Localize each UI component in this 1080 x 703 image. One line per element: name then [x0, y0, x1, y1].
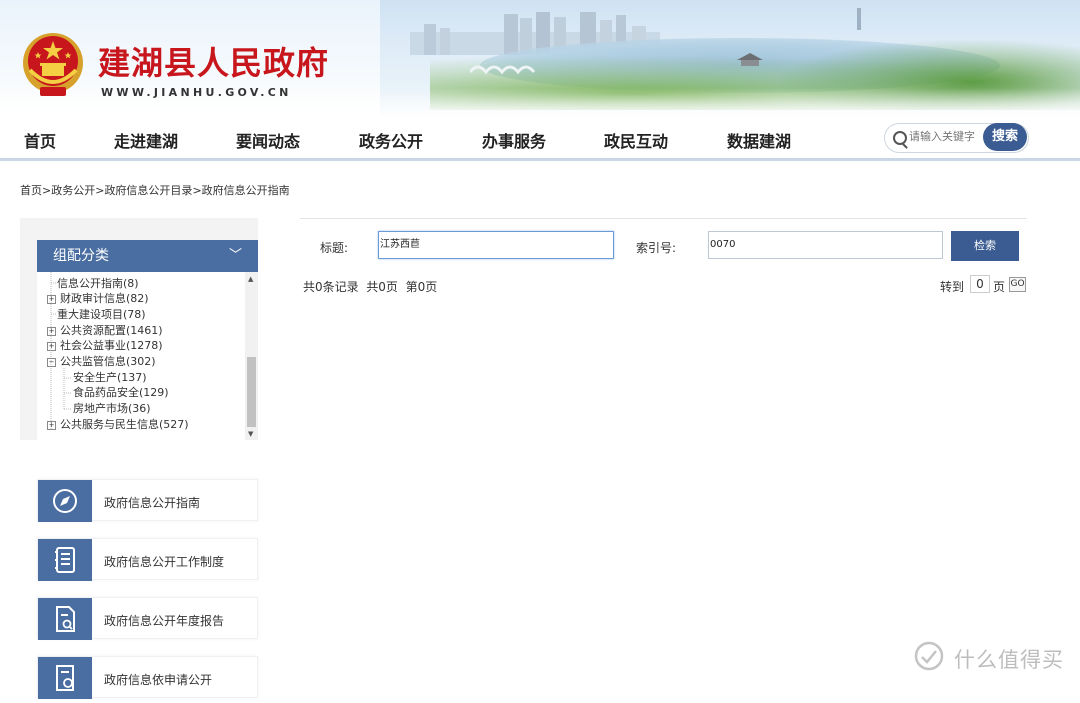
content-divider	[300, 218, 1027, 219]
breadcrumb-current: 政府信息公开指南	[201, 184, 290, 197]
tree-item-real-estate[interactable]: 房地产市场(36)	[73, 402, 151, 416]
document-list-icon	[38, 539, 92, 581]
go-button[interactable]: GO	[1009, 277, 1026, 292]
site-url: WWW.JIANHU.GOV.CN	[101, 86, 292, 99]
title-input[interactable]: 江苏西苣	[378, 231, 614, 259]
tree-item-label: 公共资源配置(1461)	[60, 324, 163, 337]
link-card-apply-disclosure[interactable]: 政府信息依申请公开	[37, 656, 258, 699]
report-icon	[38, 598, 92, 640]
expand-plus-icon[interactable]: +	[47, 327, 56, 336]
category-tree: 信息公开指南(8) + 财政审计信息(82) 重大建设项目(78) + 公共资源配置…	[37, 272, 258, 440]
tree-item-open-guide[interactable]: 信息公开指南(8)	[57, 277, 139, 291]
breadcrumb-separator: >	[42, 184, 52, 197]
pavilion-image	[737, 53, 763, 66]
tree-item-safety[interactable]: 安全生产(137)	[73, 371, 147, 385]
watermark-logo-icon	[914, 641, 944, 671]
total-records: 共0条记录	[303, 280, 359, 294]
nav-item-gov-affairs[interactable]: 政务公开	[359, 128, 423, 152]
index-number-input[interactable]: 0070	[708, 231, 943, 259]
current-page: 第0页	[405, 280, 438, 294]
link-card-work-system[interactable]: 政府信息公开工作制度	[37, 538, 258, 581]
nav-item-data[interactable]: 数据建湖	[727, 128, 791, 152]
category-tree-title: 组配分类	[53, 248, 109, 264]
link-card-label: 政府信息依申请公开	[104, 673, 213, 687]
tree-item-public-service[interactable]: + 公共服务与民生信息(527)	[47, 418, 189, 432]
collapse-minus-icon[interactable]: −	[47, 358, 56, 367]
national-emblem-icon	[23, 33, 83, 96]
tree-item-major-projects[interactable]: 重大建设项目(78)	[57, 308, 146, 322]
site-search-input[interactable]	[909, 130, 981, 143]
nav-item-interaction[interactable]: 政民互动	[604, 128, 668, 152]
site-title: 建湖县人民政府	[98, 44, 330, 82]
expand-plus-icon[interactable]: +	[47, 295, 56, 304]
title-label: 标题:	[320, 241, 349, 255]
retrieve-button[interactable]: 检索	[951, 231, 1019, 261]
tree-item-label: 社会公益事业(1278)	[60, 339, 163, 352]
tree-item-label: 重大建设项目(78)	[57, 308, 146, 321]
scrollbar-thumb[interactable]	[247, 357, 256, 427]
expand-plus-icon[interactable]: +	[47, 342, 56, 351]
tree-item-label: 财政审计信息(82)	[60, 292, 149, 305]
tree-item-public-welfare[interactable]: + 社会公益事业(1278)	[47, 339, 163, 353]
breadcrumb-separator: >	[192, 184, 202, 197]
link-card-open-guide[interactable]: 政府信息公开指南	[37, 479, 258, 522]
breadcrumb: 首页>政务公开>政府信息公开目录>政府信息公开指南	[20, 182, 290, 198]
scroll-down-arrow-icon[interactable]: ▼	[248, 430, 253, 438]
category-tree-header[interactable]: 组配分类 ﹀	[37, 240, 258, 272]
tree-item-label: 公共服务与民生信息(527)	[60, 418, 189, 431]
watermark-text: 什么值得买	[954, 648, 1064, 672]
tree-item-label: 房地产市场(36)	[73, 402, 151, 415]
breadcrumb-catalog[interactable]: 政府信息公开目录	[104, 184, 192, 197]
index-number-label: 索引号:	[636, 241, 677, 255]
tree-item-finance-audit[interactable]: + 财政审计信息(82)	[47, 292, 149, 306]
tree-item-label: 安全生产(137)	[73, 371, 147, 384]
tree-item-label: 食品药品安全(129)	[73, 386, 169, 399]
tree-item-food-drug[interactable]: 食品药品安全(129)	[73, 386, 169, 400]
breadcrumb-gov-affairs[interactable]: 政务公开	[51, 184, 95, 197]
scroll-up-arrow-icon[interactable]: ▲	[248, 275, 253, 283]
nav-item-home[interactable]: 首页	[24, 128, 56, 152]
link-card-label: 政府信息公开指南	[104, 496, 201, 510]
goto-page-input[interactable]: 0	[970, 275, 990, 293]
link-card-label: 政府信息公开年度报告	[104, 614, 225, 628]
pager-info: 共0条记录 共0页 第0页	[303, 278, 437, 295]
expand-plus-icon[interactable]: +	[47, 421, 56, 430]
page-unit-label: 页	[993, 280, 1006, 294]
compass-icon	[38, 480, 92, 522]
search-icon	[893, 131, 907, 145]
link-card-label: 政府信息公开工作制度	[104, 555, 225, 569]
double-chevron-down-icon[interactable]: ﹀	[229, 240, 242, 272]
goto-label: 转到	[940, 280, 965, 294]
nav-item-news[interactable]: 要闻动态	[236, 128, 300, 152]
tree-item-label: 公共监管信息(302)	[60, 355, 156, 368]
tree-item-label: 信息公开指南(8)	[57, 277, 139, 290]
tree-scrollbar[interactable]: ▲ ▼	[245, 272, 258, 440]
tree-item-public-resources[interactable]: + 公共资源配置(1461)	[47, 324, 163, 338]
link-card-annual-report[interactable]: 政府信息公开年度报告	[37, 597, 258, 640]
total-pages: 共0页	[366, 280, 398, 294]
breadcrumb-home[interactable]: 首页	[20, 184, 42, 197]
application-icon	[38, 657, 92, 699]
nav-item-about-jianhu[interactable]: 走进建湖	[114, 128, 178, 152]
site-search-button[interactable]: 搜索	[983, 123, 1027, 151]
bridge-image	[470, 65, 536, 75]
nav-item-services[interactable]: 办事服务	[482, 128, 546, 152]
tower-image	[857, 8, 861, 30]
tree-item-public-supervision[interactable]: − 公共监管信息(302)	[47, 355, 156, 369]
